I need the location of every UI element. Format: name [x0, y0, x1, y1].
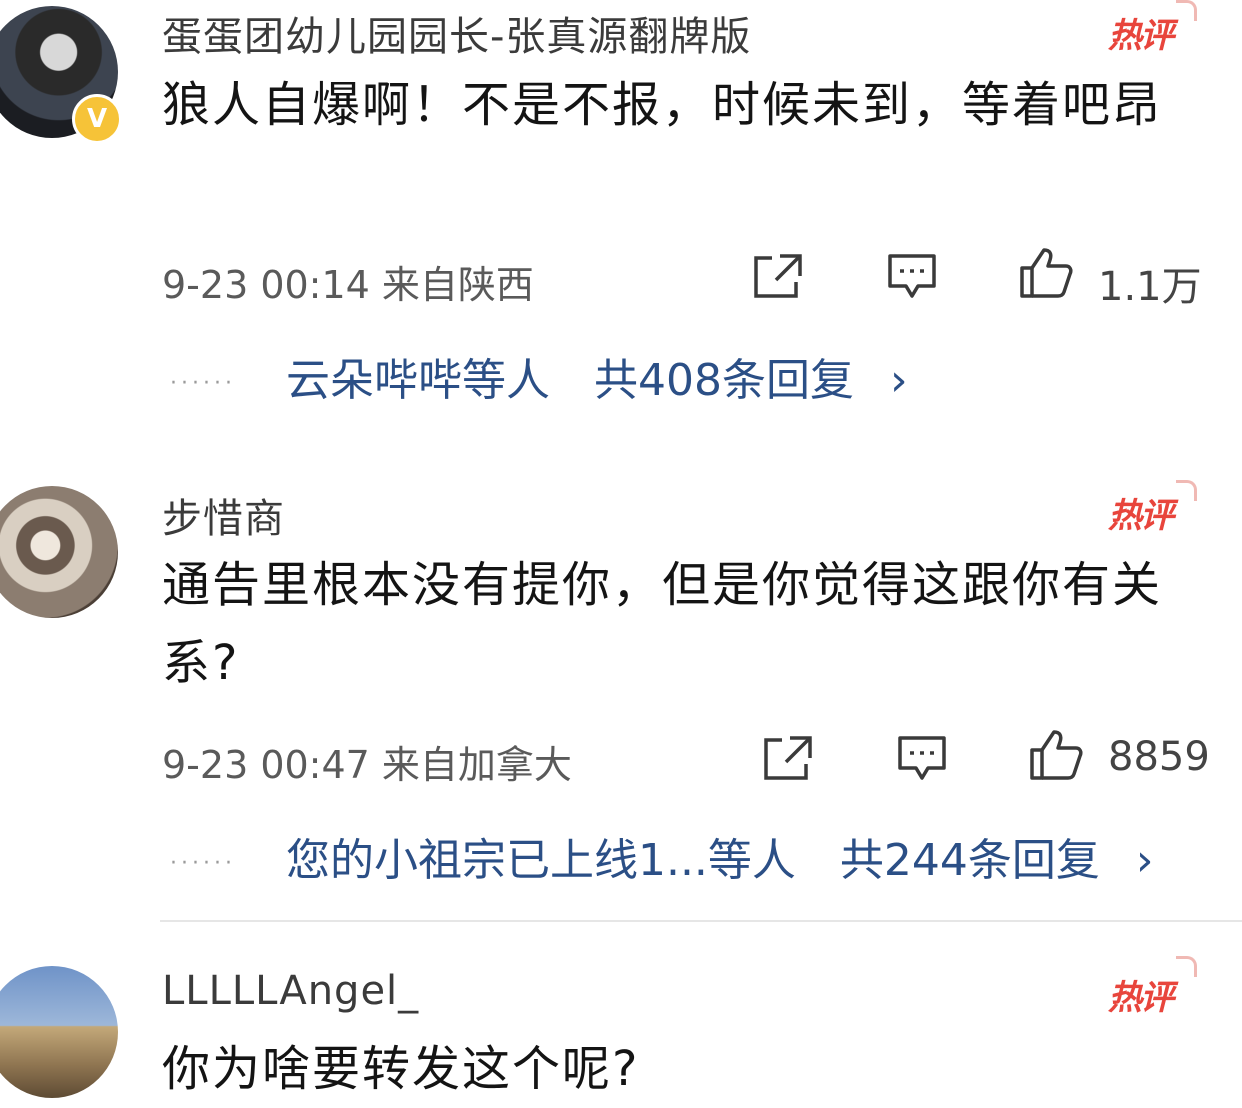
comment-text: 狼人自爆啊！不是不报，时候未到，等着吧昂	[162, 77, 1163, 133]
avatar[interactable]	[0, 966, 118, 1098]
comment-icon[interactable]	[896, 734, 948, 784]
username[interactable]: 蛋蛋团幼儿园园长-张真源翻牌版	[162, 4, 751, 62]
hot-badge-corner	[1176, 0, 1197, 21]
like-count: 8859	[1108, 734, 1210, 780]
like-icon[interactable]	[1028, 728, 1084, 782]
replies-link[interactable]: ······ 云朵哔哔等人 共408条回复 ›	[170, 344, 908, 408]
share-icon[interactable]	[762, 734, 814, 782]
chevron-right-icon[interactable]: ›	[890, 355, 908, 406]
username[interactable]: 步惜商	[162, 486, 285, 544]
hot-comment-badge: 热评	[1108, 496, 1174, 536]
hot-badge-corner	[1176, 956, 1197, 977]
comment-meta: 9-23 00:47 来自加拿大	[162, 743, 572, 787]
replies-total[interactable]: 共244条回复	[840, 835, 1100, 886]
avatar[interactable]	[0, 486, 118, 618]
comment-text: 通告里根本没有提你，但是你觉得这跟你有关系?	[162, 557, 1163, 691]
comment-meta: 9-23 00:14 来自陕西	[162, 263, 534, 307]
like-icon[interactable]	[1018, 246, 1074, 300]
share-icon[interactable]	[752, 252, 804, 300]
verified-icon: V	[72, 94, 122, 144]
replies-preview[interactable]: 您的小祖宗已上线1...等人	[286, 835, 796, 886]
replies-link[interactable]: ······ 您的小祖宗已上线1...等人 共244条回复 ›	[170, 824, 1154, 888]
like-count: 1.1万	[1098, 264, 1202, 310]
hot-comment-badge: 热评	[1108, 978, 1174, 1018]
username[interactable]: LLLLLAngel_	[162, 968, 419, 1014]
comment-text: 你为啥要转发这个呢?	[162, 1041, 640, 1097]
replies-preview[interactable]: 云朵哔哔等人	[286, 355, 550, 406]
hot-comment-badge: 热评	[1108, 16, 1174, 56]
reply-dots: ······	[170, 850, 236, 876]
hot-badge-corner	[1176, 480, 1197, 501]
divider	[160, 920, 1242, 922]
chevron-right-icon[interactable]: ›	[1136, 835, 1154, 886]
reply-dots: ······	[170, 370, 236, 396]
comment-icon[interactable]	[886, 252, 938, 302]
replies-total[interactable]: 共408条回复	[594, 355, 854, 406]
